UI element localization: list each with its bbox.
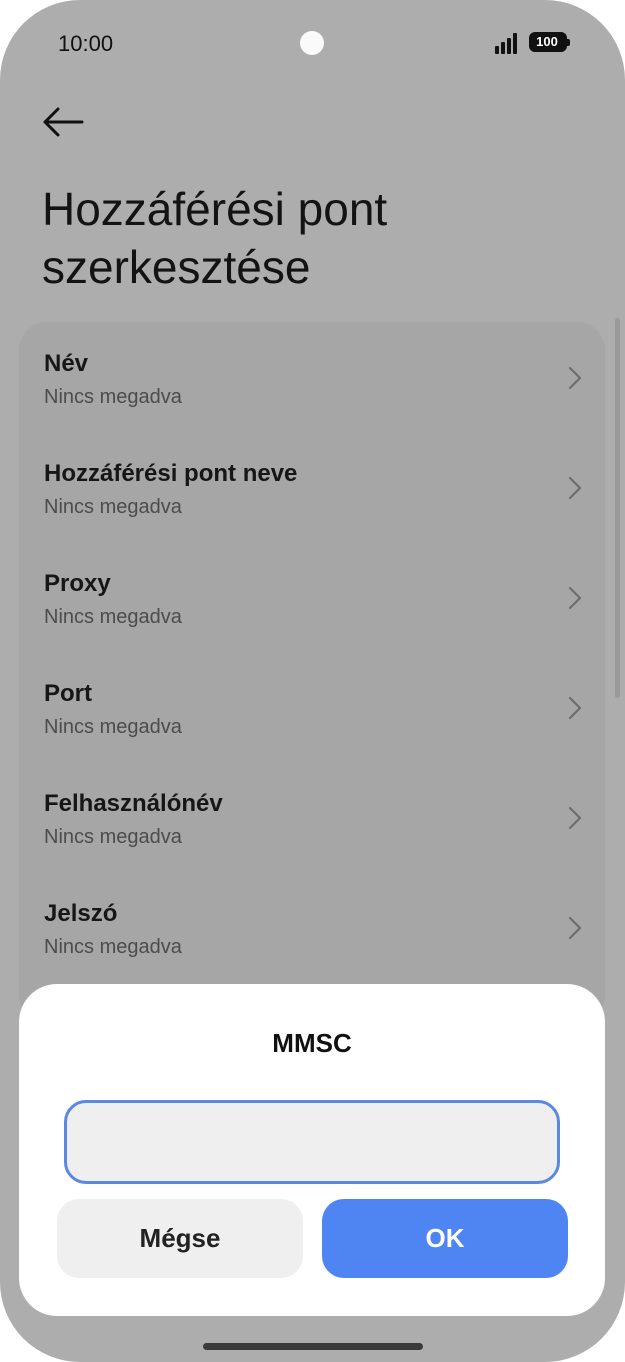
settings-list: Név Nincs megadva Hozzáférési pont neve … bbox=[19, 322, 605, 1022]
back-button[interactable] bbox=[38, 100, 88, 144]
arrow-left-icon bbox=[43, 107, 84, 137]
dialog-title: MMSC bbox=[272, 1028, 352, 1058]
settings-item-nev[interactable]: Név Nincs megadva bbox=[19, 322, 605, 432]
cancel-button[interactable]: Mégse bbox=[57, 1199, 303, 1278]
scrollbar[interactable] bbox=[615, 318, 620, 698]
page-title: Hozzáférési pont szerkesztése bbox=[42, 183, 388, 293]
settings-item-username[interactable]: Felhasználónév Nincs megadva bbox=[19, 762, 605, 872]
settings-item-label: Hozzáférési pont neve bbox=[44, 460, 298, 487]
signal-icon bbox=[495, 32, 523, 54]
settings-item-value: Nincs megadva bbox=[44, 826, 182, 848]
settings-item-label: Proxy bbox=[44, 570, 111, 597]
chevron-right-icon bbox=[568, 696, 582, 720]
chevron-right-icon bbox=[568, 806, 582, 830]
settings-item-value: Nincs megadva bbox=[44, 936, 182, 958]
settings-item-value: Nincs megadva bbox=[44, 386, 182, 408]
settings-item-value: Nincs megadva bbox=[44, 716, 182, 738]
settings-item-value: Nincs megadva bbox=[44, 496, 182, 518]
chevron-right-icon bbox=[568, 586, 582, 610]
status-time: 10:00 bbox=[58, 31, 114, 56]
front-camera bbox=[300, 31, 324, 55]
settings-item-label: Felhasználónév bbox=[44, 790, 223, 817]
settings-item-label: Jelszó bbox=[44, 900, 118, 927]
settings-item-port[interactable]: Port Nincs megadva bbox=[19, 652, 605, 762]
home-indicator[interactable] bbox=[203, 1343, 423, 1350]
settings-item-label: Port bbox=[44, 680, 92, 707]
chevron-right-icon bbox=[568, 476, 582, 500]
settings-item-value: Nincs megadva bbox=[44, 606, 182, 628]
battery-level: 100 bbox=[536, 34, 558, 49]
chevron-right-icon bbox=[568, 916, 582, 940]
ok-button[interactable]: OK bbox=[322, 1199, 568, 1278]
phone-screen: 10:00 100 Hozzáférési pont szerkesztése … bbox=[0, 0, 625, 1362]
chevron-right-icon bbox=[568, 366, 582, 390]
status-bar: 10:00 100 bbox=[0, 0, 625, 86]
settings-item-apn[interactable]: Hozzáférési pont neve Nincs megadva bbox=[19, 432, 605, 542]
settings-item-proxy[interactable]: Proxy Nincs megadva bbox=[19, 542, 605, 652]
battery-icon: 100 bbox=[529, 32, 570, 52]
settings-item-password[interactable]: Jelszó Nincs megadva bbox=[19, 872, 605, 982]
settings-item-label: Név bbox=[44, 350, 89, 377]
mmsc-dialog: MMSC Mégse OK bbox=[19, 984, 605, 1316]
mmsc-input[interactable] bbox=[64, 1100, 560, 1184]
